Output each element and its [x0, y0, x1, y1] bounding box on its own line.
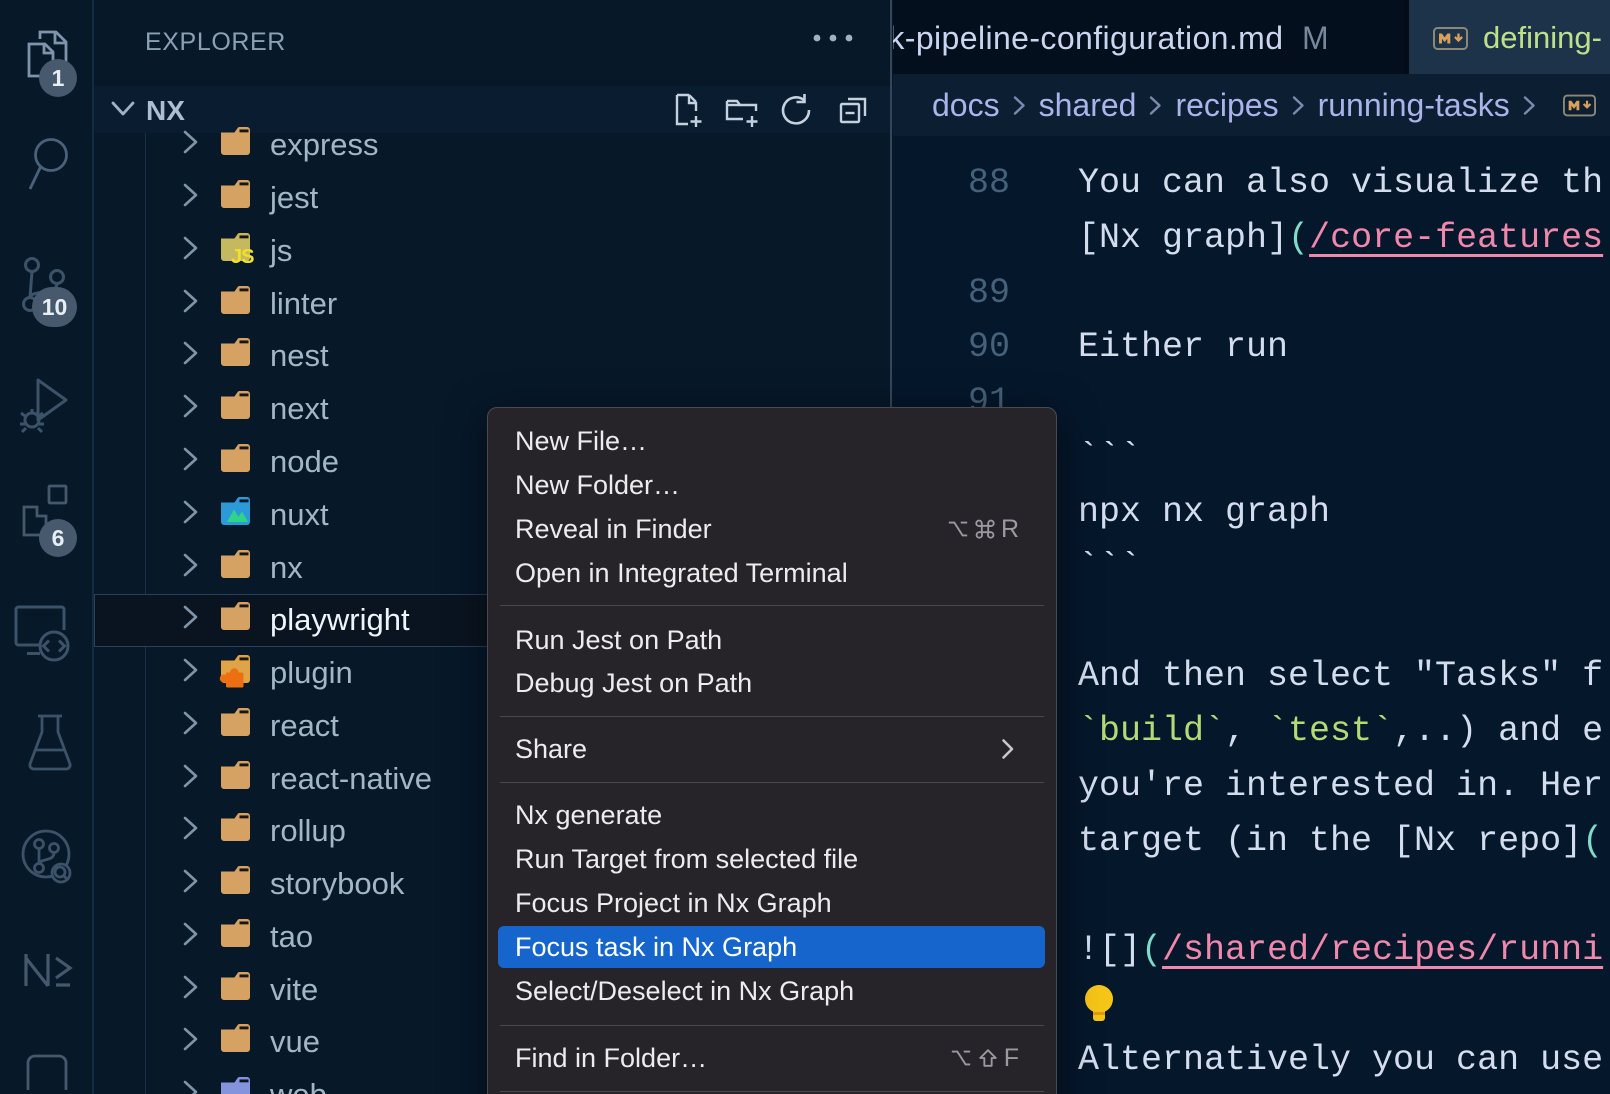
- svg-text:JS: JS: [231, 246, 254, 268]
